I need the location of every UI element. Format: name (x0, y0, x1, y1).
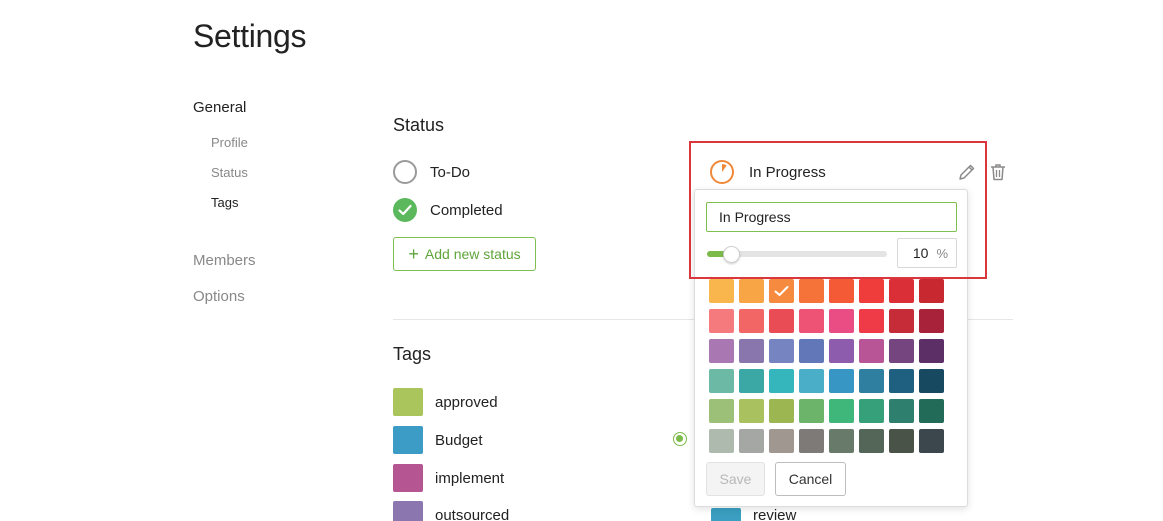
status-item-completed[interactable]: Completed (393, 197, 503, 223)
nav-sub-profile[interactable]: Profile (193, 128, 353, 158)
color-swatch[interactable] (919, 429, 944, 453)
nav-members[interactable]: Members (193, 252, 256, 269)
color-swatch[interactable] (739, 369, 764, 393)
nav-sub-status[interactable]: Status (193, 158, 353, 188)
status-label: In Progress (749, 163, 826, 181)
color-swatch[interactable] (889, 399, 914, 423)
tags-section-title: Tags (393, 344, 432, 364)
color-swatch[interactable] (829, 309, 854, 333)
nav-sub-tags[interactable]: Tags (193, 188, 353, 218)
color-swatch[interactable] (739, 339, 764, 363)
color-swatch[interactable] (859, 339, 884, 363)
color-swatch[interactable] (919, 339, 944, 363)
tag-label: outsourced (435, 506, 510, 521)
color-swatch[interactable] (709, 279, 734, 303)
tag-label: implement (435, 469, 505, 487)
color-swatch[interactable] (709, 339, 734, 363)
color-swatch[interactable] (799, 309, 824, 333)
tag-swatch (393, 388, 423, 416)
tag-swatch-review (711, 508, 741, 521)
page-title: Settings (193, 18, 307, 54)
color-swatch[interactable] (769, 339, 794, 363)
color-swatch[interactable] (709, 369, 734, 393)
color-swatch[interactable] (919, 399, 944, 423)
status-label: To-Do (430, 163, 471, 181)
color-swatch[interactable] (799, 369, 824, 393)
color-swatch[interactable] (829, 369, 854, 393)
settings-page: Settings General Profile Status Tags Mem… (0, 0, 1163, 521)
color-swatch[interactable] (739, 309, 764, 333)
tag-item-budget[interactable]: Budget (393, 426, 483, 454)
progress-ring-icon (710, 160, 734, 184)
color-swatch[interactable] (739, 279, 764, 303)
color-swatch[interactable] (769, 399, 794, 423)
tag-item-implement[interactable]: implement (393, 464, 504, 492)
color-swatch[interactable] (709, 399, 734, 423)
plus-icon: + (408, 244, 419, 264)
status-name-input[interactable] (706, 202, 957, 232)
color-swatch[interactable] (769, 279, 794, 303)
tag-label: approved (435, 393, 498, 411)
color-swatch[interactable] (769, 309, 794, 333)
percent-unit: % (936, 245, 948, 261)
nav-options[interactable]: Options (193, 288, 245, 305)
progress-slider-thumb[interactable] (722, 246, 740, 263)
color-swatch[interactable] (859, 279, 884, 303)
color-swatch[interactable] (859, 369, 884, 393)
tag-label-review[interactable]: review (753, 507, 796, 521)
color-swatch[interactable] (709, 309, 734, 333)
empty-circle-icon (393, 160, 417, 184)
color-swatch[interactable] (829, 279, 854, 303)
color-swatch[interactable] (859, 309, 884, 333)
trash-icon[interactable] (988, 162, 1008, 182)
status-section-title: Status (393, 115, 445, 135)
nav-general[interactable]: General (193, 98, 353, 118)
tag-item-approved[interactable]: approved (393, 388, 498, 416)
color-swatch[interactable] (889, 429, 914, 453)
color-palette (709, 279, 944, 453)
color-swatch[interactable] (739, 399, 764, 423)
tag-label: Budget (435, 431, 483, 449)
status-label: Completed (430, 201, 503, 219)
color-swatch[interactable] (799, 279, 824, 303)
color-swatch[interactable] (829, 429, 854, 453)
color-swatch[interactable] (919, 309, 944, 333)
save-button: Save (706, 462, 765, 496)
tag-swatch (393, 464, 423, 492)
color-swatch[interactable] (829, 339, 854, 363)
color-swatch[interactable] (919, 279, 944, 303)
color-swatch[interactable] (919, 369, 944, 393)
add-new-status-button[interactable]: + Add new status (393, 237, 536, 271)
color-swatch[interactable] (859, 399, 884, 423)
tag-swatch (393, 501, 423, 521)
color-swatch[interactable] (799, 399, 824, 423)
tag-item-outsourced[interactable]: outsourced (393, 501, 509, 521)
color-swatch[interactable] (889, 369, 914, 393)
color-swatch[interactable] (769, 369, 794, 393)
color-swatch[interactable] (739, 429, 764, 453)
color-swatch[interactable] (889, 339, 914, 363)
tag-swatch (393, 426, 423, 454)
pencil-icon[interactable] (957, 162, 977, 182)
color-swatch[interactable] (709, 429, 734, 453)
color-swatch[interactable] (799, 339, 824, 363)
color-swatch[interactable] (859, 429, 884, 453)
cancel-button[interactable]: Cancel (775, 462, 846, 496)
status-item-todo[interactable]: To-Do (393, 159, 470, 185)
percent-field[interactable]: 10 % (897, 238, 957, 268)
edit-status-popover: 10 % Save Cancel (694, 189, 968, 507)
settings-nav: General Profile Status Tags Members Opti… (193, 98, 353, 305)
add-new-status-label: Add new status (424, 246, 521, 262)
color-swatch[interactable] (889, 279, 914, 303)
globe-icon[interactable] (673, 432, 687, 446)
color-swatch[interactable] (829, 399, 854, 423)
color-swatch[interactable] (799, 429, 824, 453)
color-swatch[interactable] (769, 429, 794, 453)
check-circle-icon (393, 198, 417, 222)
checkmark-icon (774, 286, 789, 296)
percent-value: 10 (912, 245, 929, 261)
color-swatch[interactable] (889, 309, 914, 333)
